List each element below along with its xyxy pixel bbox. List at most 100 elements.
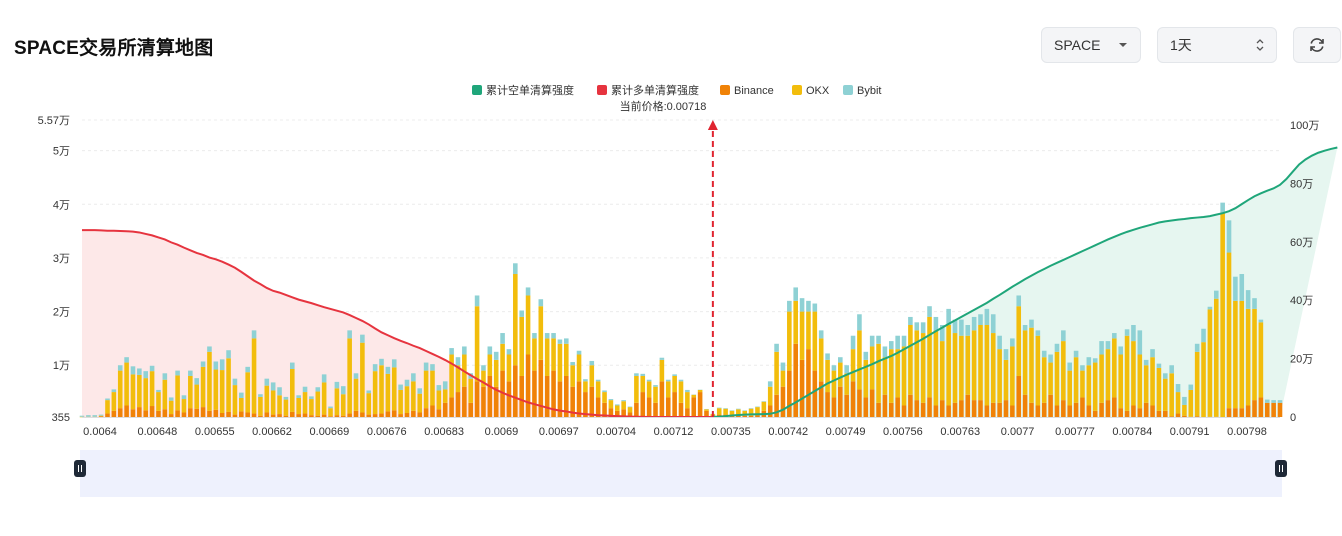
bar-binance: [532, 370, 537, 417]
bar-binance: [1252, 400, 1257, 417]
bar-binance: [755, 415, 760, 417]
bar-bybit: [385, 366, 391, 374]
bar-bybit: [978, 314, 983, 325]
bar-okx: [812, 311, 818, 371]
bar-bybit: [239, 392, 244, 398]
bar-okx: [952, 333, 958, 403]
bar-binance: [1041, 402, 1047, 417]
bar-okx: [1035, 335, 1041, 406]
bar-bybit: [79, 415, 85, 417]
caret-down-icon: [1118, 28, 1128, 62]
bar-bybit: [1194, 343, 1200, 352]
zoom-handle-right[interactable]: [1275, 460, 1287, 477]
bar-okx: [296, 397, 301, 415]
bar-bybit: [716, 407, 722, 409]
bar-bybit: [1016, 295, 1022, 307]
bar-binance: [239, 411, 244, 417]
bar-binance: [175, 410, 180, 417]
bar-okx: [653, 386, 658, 403]
x-tick: 0.00648: [137, 426, 177, 438]
x-tick: 0.00798: [1227, 426, 1267, 438]
bar-bybit: [423, 362, 429, 371]
bar-binance: [340, 415, 346, 417]
bar-bybit: [404, 379, 410, 387]
y-right-tick: 80万: [1290, 178, 1313, 190]
current-price-text: 当前价格:0.00718: [620, 99, 707, 113]
bar-bybit: [780, 362, 786, 371]
legend-label: Bybit: [857, 85, 881, 97]
bar-binance: [978, 400, 983, 417]
bar-okx: [869, 346, 875, 390]
bar-okx: [1041, 357, 1047, 403]
bar-okx: [117, 370, 123, 409]
bar-bybit: [98, 414, 104, 416]
bar-bybit: [474, 295, 480, 307]
bar-okx: [838, 362, 843, 387]
bar-okx: [685, 392, 690, 409]
bar-binance: [959, 400, 964, 417]
bar-binance: [245, 412, 250, 417]
area-fills: [82, 147, 1338, 417]
bar-binance: [538, 359, 544, 417]
bar-binance: [806, 349, 811, 417]
bar-okx: [149, 371, 155, 407]
bar-binance: [1258, 397, 1264, 417]
bar-okx: [111, 392, 117, 411]
bar-bybit: [869, 335, 875, 347]
bar-okx: [340, 394, 346, 416]
bar-binance: [200, 407, 206, 417]
bar-okx: [831, 370, 837, 398]
bar-bybit: [914, 322, 920, 331]
bar-bybit: [1226, 220, 1232, 253]
bar-bybit: [1086, 357, 1092, 366]
bar-bybit: [143, 371, 149, 379]
bar-binance: [825, 392, 830, 417]
bar-okx: [366, 393, 372, 415]
bar-bybit: [1264, 399, 1270, 403]
bar-bybit: [1112, 333, 1117, 339]
y-left-tick: 4万: [53, 199, 70, 211]
bar-binance: [360, 412, 365, 417]
bar-bybit: [602, 390, 607, 393]
bar-okx: [621, 401, 626, 410]
bar-binance: [462, 386, 467, 417]
bar-okx: [978, 324, 983, 401]
bar-bybit: [1169, 365, 1174, 374]
legend-swatch: [472, 85, 482, 95]
zoom-handle-left[interactable]: [74, 460, 86, 477]
bar-bybit: [1143, 359, 1149, 366]
bar-binance: [188, 408, 193, 417]
bar-okx: [1239, 300, 1245, 409]
bar-bybit: [366, 390, 372, 394]
bar-bybit: [876, 335, 881, 344]
x-tick: 0.0064: [83, 426, 117, 438]
interval-select[interactable]: 1天: [1157, 27, 1277, 63]
bar-binance: [1010, 405, 1015, 417]
bar-binance: [908, 394, 913, 417]
bar-okx: [513, 274, 518, 366]
bar-bybit: [1010, 338, 1015, 347]
bar-bybit: [1258, 319, 1264, 323]
bar-bybit: [1207, 306, 1213, 310]
refresh-button[interactable]: [1293, 27, 1341, 63]
bar-okx: [436, 390, 442, 410]
bar-bybit: [391, 359, 397, 368]
bar-okx: [315, 391, 321, 416]
bar-bybit: [793, 287, 798, 301]
bar-binance: [137, 407, 142, 417]
bar-bybit: [1124, 329, 1130, 336]
bar-okx: [1245, 308, 1251, 406]
refresh-icon: [1308, 36, 1326, 54]
bar-okx: [576, 354, 582, 382]
bar-bybit: [302, 386, 308, 393]
bar-bybit: [1080, 365, 1085, 371]
bar-bybit: [277, 387, 282, 396]
bar-binance: [1016, 375, 1022, 417]
bar-binance: [207, 410, 212, 417]
bar-bybit: [882, 346, 888, 358]
bar-okx: [659, 359, 665, 382]
bar-bybit: [863, 351, 869, 360]
bar-binance: [1175, 413, 1181, 417]
bar-okx: [946, 324, 951, 406]
coin-select[interactable]: SPACE: [1041, 27, 1141, 63]
